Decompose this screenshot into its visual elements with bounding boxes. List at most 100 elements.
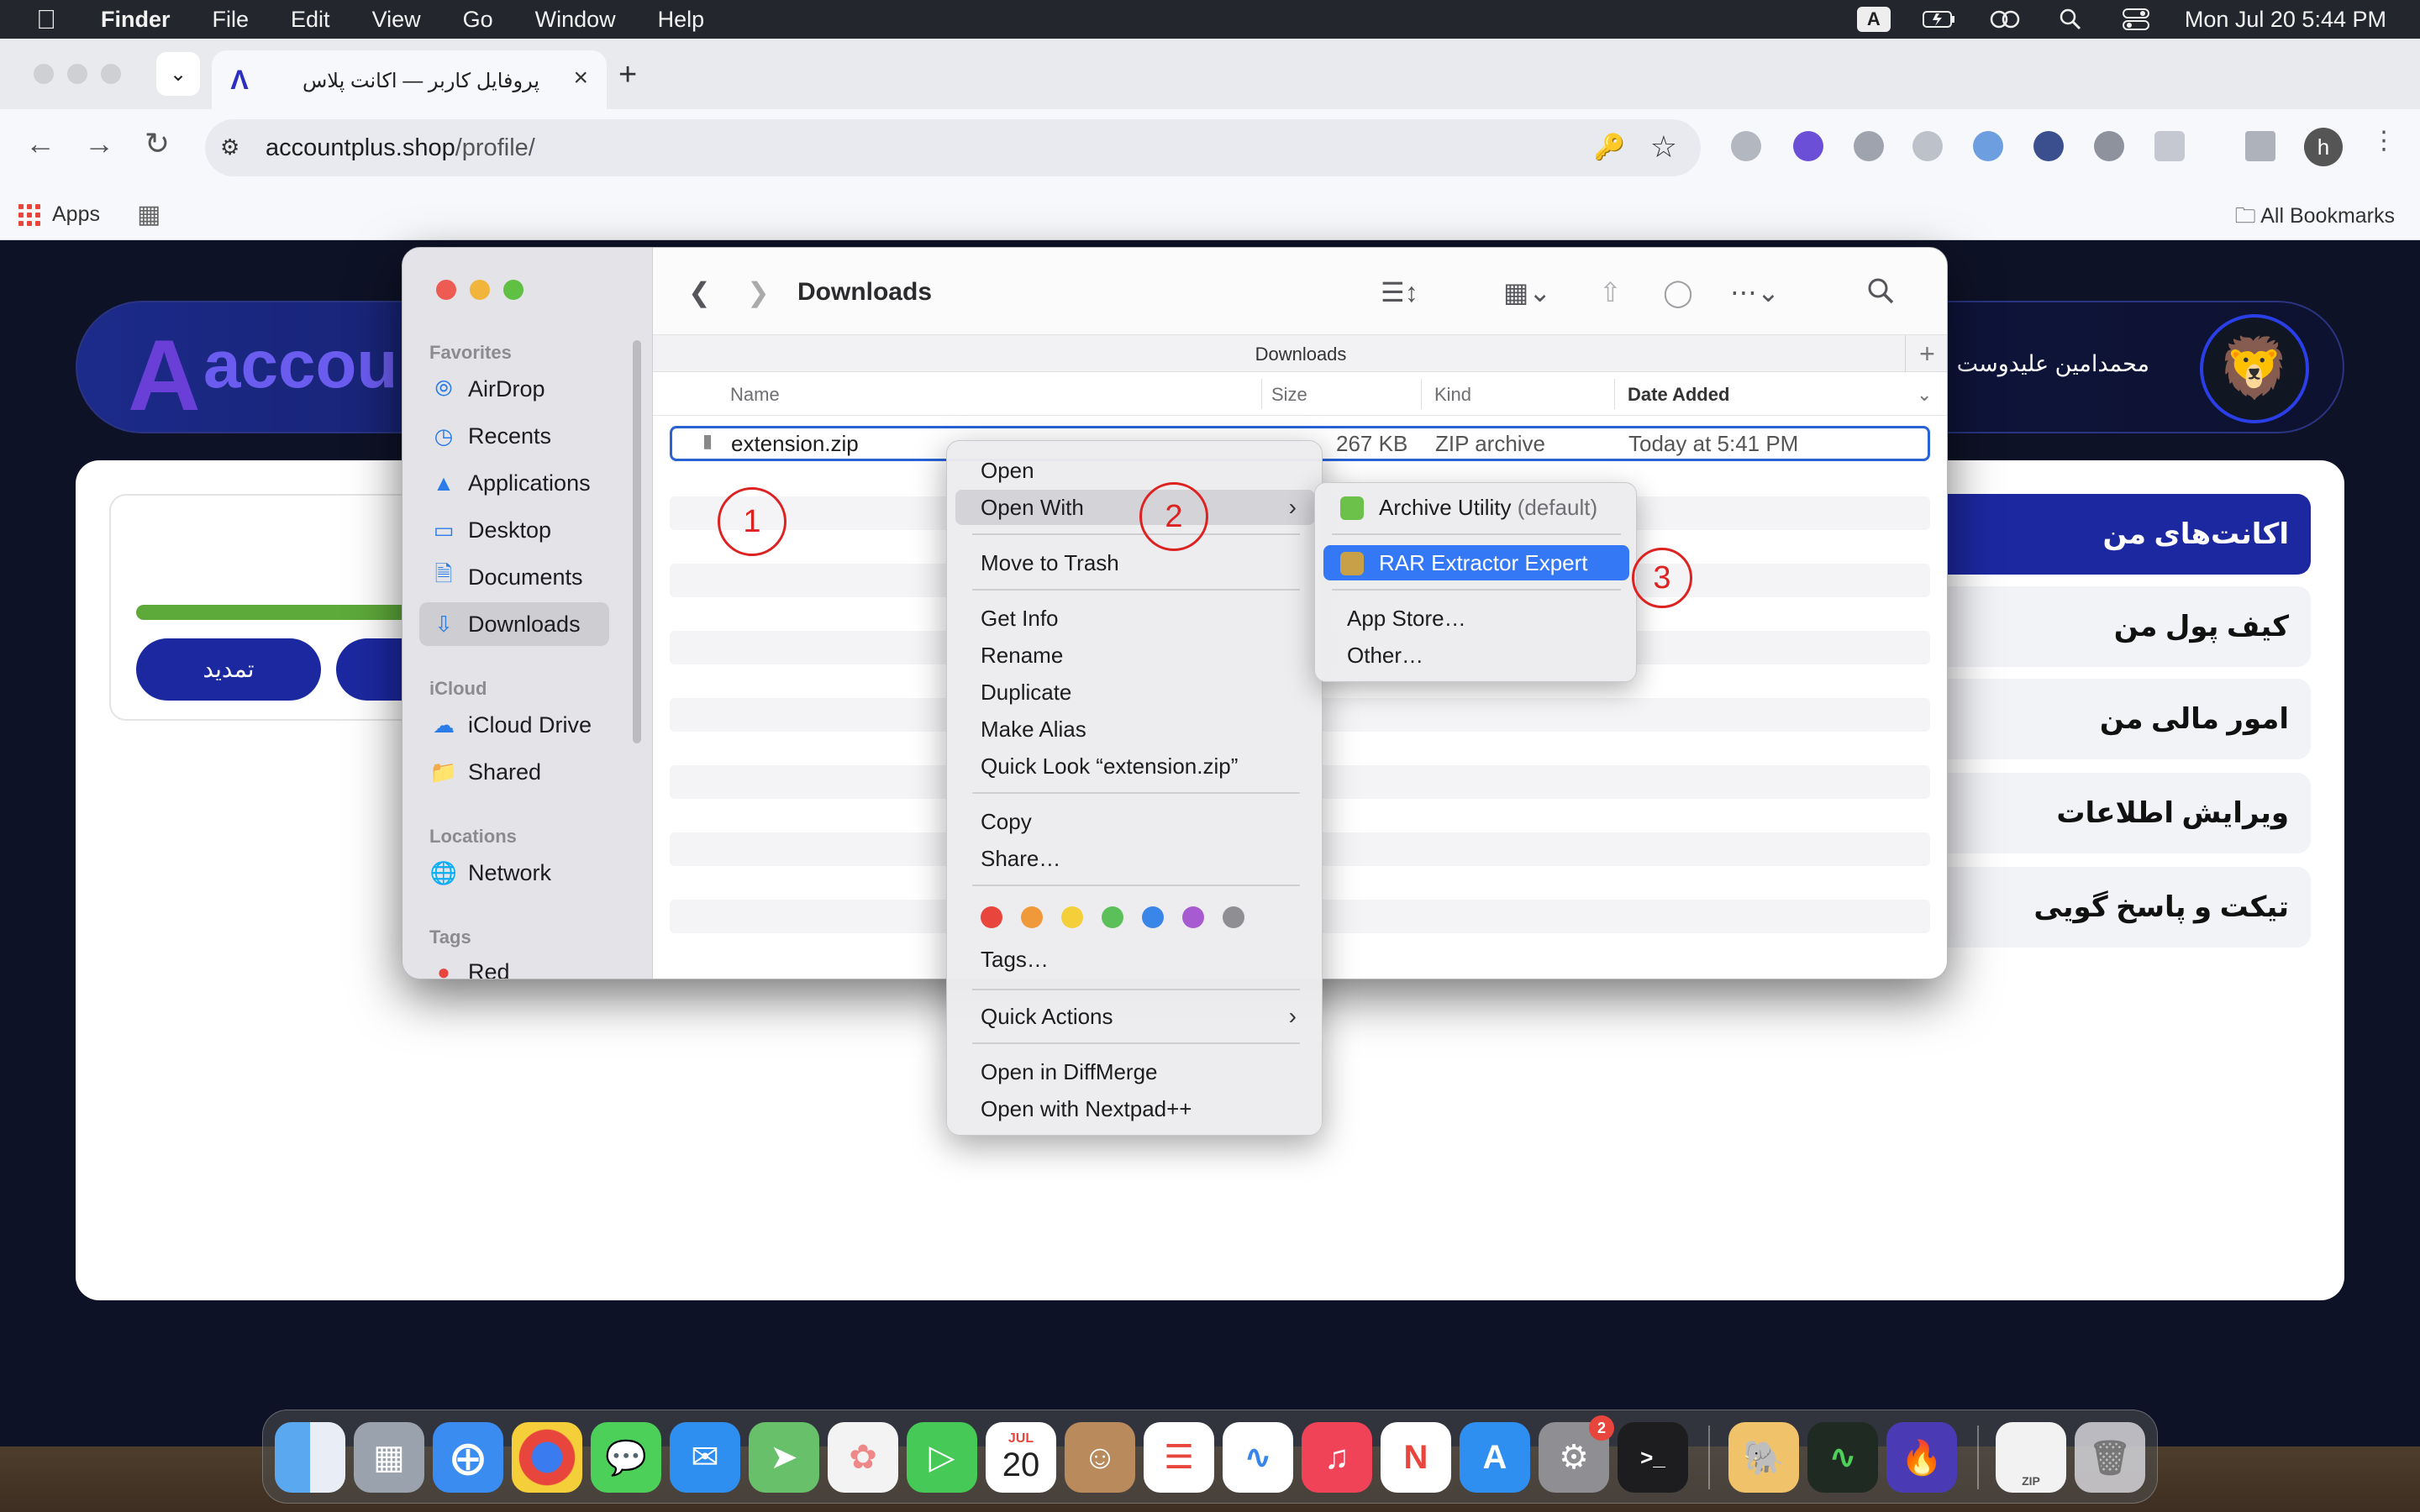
reminders-app-icon[interactable]: ☰ bbox=[1144, 1422, 1214, 1493]
password-key-icon[interactable]: 🔑 bbox=[1594, 133, 1625, 162]
menu-app-finder[interactable]: Finder bbox=[101, 7, 171, 33]
camera-extension-icon[interactable] bbox=[1731, 131, 1761, 161]
ctx-open[interactable]: Open bbox=[955, 453, 1315, 488]
sub-archive-utility[interactable]: Archive Utility (default) bbox=[1323, 490, 1629, 525]
profile-avatar-button[interactable]: h bbox=[2304, 128, 2343, 166]
shield-extension-icon[interactable] bbox=[1854, 131, 1884, 161]
sidebar-item-downloads[interactable]: ⇩ Downloads bbox=[419, 602, 609, 646]
mail-app-icon[interactable]: ✉ bbox=[670, 1422, 740, 1493]
add-tab-button[interactable]: + bbox=[1905, 335, 1947, 372]
window-minimize-button[interactable] bbox=[67, 64, 87, 84]
pen-extension-icon[interactable] bbox=[2094, 131, 2124, 161]
vpn-extension-icon[interactable] bbox=[2033, 131, 2064, 161]
music-app-icon[interactable]: ♫ bbox=[1302, 1422, 1372, 1493]
all-bookmarks[interactable]: 🗀 All Bookmarks bbox=[2235, 200, 2395, 236]
finder-minimize-button[interactable] bbox=[470, 280, 490, 300]
finder-close-button[interactable] bbox=[436, 280, 456, 300]
column-kind[interactable]: Kind bbox=[1434, 384, 1471, 406]
sidebar-item-documents[interactable]: 🗎 Documents bbox=[419, 555, 609, 599]
battery-icon[interactable] bbox=[1922, 7, 1956, 32]
menu-edit-profile[interactable]: ویرایش اطلاعات bbox=[1916, 773, 2311, 853]
control-center-icon[interactable] bbox=[2119, 7, 2153, 32]
new-tab-button[interactable]: + bbox=[618, 57, 637, 93]
sidebar-item-desktop[interactable]: ▭ Desktop bbox=[419, 508, 609, 552]
menu-support-tickets[interactable]: تیکت و پاسخ گویی bbox=[1916, 867, 2311, 948]
ctx-open-with-nextpad[interactable]: Open with Nextpad++ bbox=[955, 1091, 1315, 1126]
menu-bar-clock[interactable]: Mon Jul 20 5:44 PM bbox=[2185, 7, 2386, 33]
finder-app-icon[interactable] bbox=[275, 1422, 345, 1493]
ctx-move-to-trash[interactable]: Move to Trash bbox=[955, 545, 1315, 580]
url-text[interactable]: accountplus.shop/profile/ bbox=[266, 134, 535, 162]
messages-app-icon[interactable]: 💬 bbox=[591, 1422, 661, 1493]
database-extension-icon[interactable] bbox=[1973, 131, 2003, 161]
site-logo-icon[interactable]: A bbox=[128, 318, 201, 433]
sidebar-item-network[interactable]: 🌐 Network bbox=[419, 851, 609, 895]
menu-my-wallet[interactable]: کیف پول من bbox=[1916, 586, 2311, 667]
window-zoom-button[interactable] bbox=[101, 64, 121, 84]
column-divider[interactable] bbox=[1261, 379, 1262, 409]
ctx-copy[interactable]: Copy bbox=[955, 804, 1315, 839]
site-info-icon[interactable]: ⚙ bbox=[220, 134, 247, 161]
ctx-open-in-diffmerge[interactable]: Open in DiffMerge bbox=[955, 1054, 1315, 1089]
spotlight-search-icon[interactable] bbox=[2054, 7, 2087, 32]
finder-search-icon[interactable] bbox=[1866, 276, 1895, 312]
menu-view[interactable]: View bbox=[372, 7, 421, 33]
ctx-get-info[interactable]: Get Info bbox=[955, 601, 1315, 636]
group-by-icon[interactable]: ▦⌄ bbox=[1503, 276, 1551, 308]
sidebar-scrollbar[interactable] bbox=[633, 340, 641, 743]
maps-app-icon[interactable]: ➤ bbox=[749, 1422, 819, 1493]
sidebar-item-shared[interactable]: 📁 Shared bbox=[419, 750, 609, 794]
launchpad-app-icon[interactable]: ▦ bbox=[354, 1422, 424, 1493]
zip-document-icon[interactable]: ZIP bbox=[1996, 1422, 2066, 1493]
screen-mirroring-icon[interactable] bbox=[1988, 7, 2022, 32]
finder-back-icon[interactable]: ❮ bbox=[688, 276, 711, 308]
photos-app-icon[interactable]: ✿ bbox=[828, 1422, 898, 1493]
app-store-app-icon[interactable]: A bbox=[1460, 1422, 1530, 1493]
news-app-icon[interactable]: N bbox=[1381, 1422, 1451, 1493]
ctx-quick-look[interactable]: Quick Look “extension.zip” bbox=[955, 748, 1315, 784]
sidebar-item-icloud-drive[interactable]: ☁ iCloud Drive bbox=[419, 703, 609, 747]
forward-arrow-icon[interactable]: → bbox=[84, 126, 114, 161]
ctx-rename[interactable]: Rename bbox=[955, 638, 1315, 673]
chrome-app-icon[interactable] bbox=[512, 1422, 582, 1493]
menu-window[interactable]: Window bbox=[535, 7, 616, 33]
ctx-quick-actions[interactable]: Quick Actions › bbox=[955, 999, 1315, 1034]
menu-edit[interactable]: Edit bbox=[291, 7, 330, 33]
apple-menu-icon[interactable]:  bbox=[34, 4, 59, 34]
apps-bookmark[interactable]: Apps ▦ bbox=[18, 200, 160, 229]
tag-yellow-dot[interactable] bbox=[1061, 906, 1083, 928]
lion-avatar-icon[interactable]: 🦁 bbox=[2200, 314, 2309, 423]
tableplus-app-icon[interactable]: 🐘 bbox=[1728, 1422, 1799, 1493]
sub-rar-extractor-expert[interactable]: RAR Extractor Expert bbox=[1323, 545, 1629, 580]
browser-menu-icon[interactable]: ⋮ bbox=[2371, 126, 2396, 155]
tag-blue-dot[interactable] bbox=[1142, 906, 1164, 928]
finder-zoom-button[interactable] bbox=[503, 280, 523, 300]
terminal-app-icon[interactable]: >_ bbox=[1618, 1422, 1688, 1493]
trash-icon[interactable]: 🗑 bbox=[2075, 1422, 2145, 1493]
ctx-tags[interactable]: Tags… bbox=[955, 942, 1315, 977]
site-logo-text[interactable]: accou bbox=[203, 326, 397, 403]
menu-my-finances[interactable]: امور مالی من bbox=[1916, 679, 2311, 759]
sidebar-item-recents[interactable]: ◷ Recents bbox=[419, 414, 609, 458]
tab-profile[interactable]: Λ پروفایل کاربر — اکانت پلاس × bbox=[212, 50, 607, 109]
ctx-make-alias[interactable]: Make Alias bbox=[955, 711, 1315, 747]
tab-close-icon[interactable]: × bbox=[573, 64, 588, 92]
download-icon[interactable] bbox=[2245, 131, 2275, 161]
sidebar-item-tag-red[interactable]: ● Red bbox=[419, 950, 609, 979]
freeform-app-icon[interactable]: ∿ bbox=[1223, 1422, 1293, 1493]
tag-orange-dot[interactable] bbox=[1021, 906, 1043, 928]
extensions-puzzle-icon[interactable] bbox=[2154, 131, 2185, 161]
tag-gray-dot[interactable] bbox=[1223, 906, 1244, 928]
share-icon[interactable]: ⇧ bbox=[1599, 276, 1622, 308]
column-size[interactable]: Size bbox=[1271, 384, 1307, 406]
window-close-button[interactable] bbox=[34, 64, 54, 84]
contacts-app-icon[interactable]: ☺ bbox=[1065, 1422, 1135, 1493]
tag-icon[interactable]: ◯ bbox=[1663, 276, 1693, 308]
firefox-app-icon[interactable]: 🔥 bbox=[1886, 1422, 1957, 1493]
system-settings-app-icon[interactable]: ⚙ 2 bbox=[1539, 1415, 1614, 1493]
list-view-icon[interactable]: ☰↕ bbox=[1381, 276, 1418, 308]
menu-my-accounts[interactable]: اکانت‌های من bbox=[1916, 494, 2311, 575]
menu-go[interactable]: Go bbox=[463, 7, 493, 33]
column-name[interactable]: Name bbox=[730, 384, 780, 406]
ctx-duplicate[interactable]: Duplicate bbox=[955, 675, 1315, 710]
